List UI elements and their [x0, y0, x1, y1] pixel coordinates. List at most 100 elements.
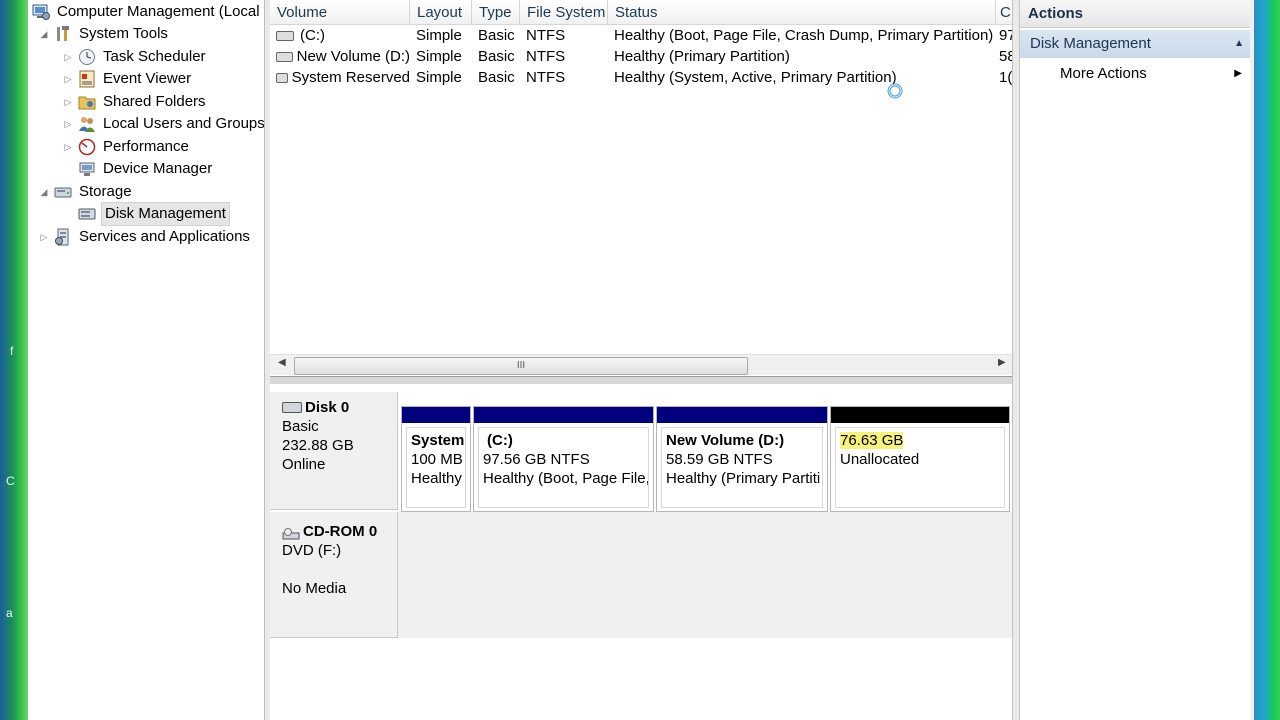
volume-file-system: NTFS: [526, 48, 566, 65]
volume-name: (C:): [300, 27, 325, 44]
desktop-background-right: [1254, 0, 1280, 720]
volume-file-system: NTFS: [526, 27, 566, 44]
storage-icon: [54, 183, 72, 201]
tree-item-local-users-groups[interactable]: ▷ Local Users and Groups: [62, 113, 264, 135]
cdrom-type: DVD (F:): [282, 542, 342, 559]
tree-item-task-scheduler[interactable]: ▷ Task Scheduler: [62, 46, 208, 68]
disk-size: 232.88 GB: [282, 437, 354, 454]
expand-arrow-icon[interactable]: ▷: [62, 46, 74, 68]
tree-item-label: System Tools: [79, 25, 168, 42]
partition-size: 100 MB: [411, 451, 463, 468]
cdrom-state: No Media: [282, 580, 347, 597]
volume-status: Healthy (Primary Partition): [614, 48, 790, 65]
volume-list-header: Volume Layout Type File System Status C: [270, 0, 1012, 25]
volume-layout: Simple: [416, 69, 462, 86]
tree-item-disk-management[interactable]: Disk Management: [78, 202, 230, 226]
tree-item-storage[interactable]: ◢ Storage: [38, 181, 134, 203]
volume-layout: Simple: [416, 48, 462, 65]
tools-icon: [54, 25, 72, 43]
more-actions-menu[interactable]: More Actions ▶: [1020, 62, 1254, 86]
tree-item-shared-folders[interactable]: ▷ Shared Folders: [62, 91, 208, 113]
tree-root-computer-management[interactable]: Computer Management (Local: [32, 1, 262, 23]
volume-layout: Simple: [416, 27, 462, 44]
column-header-volume[interactable]: Volume: [270, 0, 410, 24]
desktop-background-left: f C a: [0, 0, 28, 720]
partition-size: 58.59 GB NTFS: [666, 451, 773, 468]
services-icon: [54, 228, 72, 246]
collapse-arrow-icon[interactable]: ◢: [38, 181, 50, 203]
volume-name: New Volume (D:): [296, 48, 410, 65]
partition-status: Healthy (Primary Partiti: [666, 470, 821, 487]
desktop-edge-glyph: C: [6, 474, 15, 488]
actions-title: Actions: [1020, 0, 1254, 28]
performance-icon: [78, 138, 96, 156]
unallocated-size: 76.63 GB: [840, 432, 904, 449]
partition-size: 97.56 GB NTFS: [483, 451, 590, 468]
column-header-status[interactable]: Status: [608, 0, 996, 24]
shared-folder-icon: [78, 93, 96, 111]
disk-name: Disk 0: [305, 399, 350, 416]
tree-item-system-tools[interactable]: ◢ System Tools: [38, 23, 170, 45]
tree-item-services-applications[interactable]: ▷ Services and Applications: [38, 226, 252, 248]
volume-type: Basic: [478, 27, 515, 44]
volume-capacity: 97: [999, 27, 1012, 44]
tree-item-label: Shared Folders: [103, 93, 206, 110]
partition-c[interactable]: (C:) 97.56 GB NTFS Healthy (Boot, Page F…: [473, 406, 654, 512]
volume-file-system: NTFS: [526, 69, 566, 86]
tree-item-performance[interactable]: ▷ Performance: [62, 136, 191, 158]
partition-status: Healthy (Boot, Page File,: [483, 470, 649, 487]
tree-item-event-viewer[interactable]: ▷ Event Viewer: [62, 68, 193, 90]
scroll-right-icon[interactable]: ▶: [998, 357, 1006, 368]
cdrom-empty-area: [398, 512, 1012, 638]
horizontal-scrollbar[interactable]: ◀ III ▶: [270, 354, 1012, 375]
cdrom-0-row: CD-ROM 0 DVD (F:) No Media: [270, 512, 1012, 638]
cdrom-icon: [282, 526, 300, 539]
partition-bar: [474, 407, 653, 423]
partition-system-reserved[interactable]: System 100 MB Healthy: [401, 406, 471, 512]
collapse-arrow-icon[interactable]: ◢: [38, 23, 50, 45]
expand-arrow-icon[interactable]: ▷: [62, 136, 74, 158]
volume-capacity: 58: [999, 48, 1012, 65]
disk-icon: [78, 205, 96, 223]
actions-scrollbar[interactable]: [1250, 0, 1254, 720]
partition-d[interactable]: New Volume (D:) 58.59 GB NTFS Healthy (P…: [656, 406, 828, 512]
column-header-type[interactable]: Type: [472, 0, 520, 24]
cdrom-0-info[interactable]: CD-ROM 0 DVD (F:) No Media: [270, 512, 398, 638]
expand-arrow-icon[interactable]: ▷: [62, 113, 74, 135]
disk-management-pane: Volume Layout Type File System Status C …: [270, 0, 1012, 720]
partition-status: Unallocated: [840, 451, 920, 468]
partition-unallocated[interactable]: 76.63 GB Unallocated: [830, 406, 1010, 512]
cdrom-name: CD-ROM 0: [303, 523, 378, 540]
column-header-file-system[interactable]: File System: [520, 0, 608, 24]
tree-item-label: Storage: [79, 183, 132, 200]
table-row[interactable]: New Volume (D:) Simple Basic NTFS Health…: [270, 46, 1012, 68]
expand-arrow-icon[interactable]: ▷: [62, 91, 74, 113]
collapse-up-icon[interactable]: ▲: [1234, 30, 1244, 58]
volume-capacity: 1(: [999, 69, 1012, 86]
scrollbar-thumb[interactable]: III: [294, 357, 748, 375]
disk-0-info[interactable]: Disk 0 Basic 232.88 GB Online: [270, 392, 398, 510]
column-header-layout[interactable]: Layout: [410, 0, 472, 24]
users-icon: [78, 115, 96, 133]
tree-item-label: Device Manager: [103, 160, 213, 177]
tree-item-label: Services and Applications: [79, 228, 250, 245]
tree-item-label: Performance: [103, 138, 189, 155]
partition-bar: [831, 407, 1009, 423]
volume-drive-icon: [276, 31, 294, 41]
tree-item-device-manager[interactable]: Device Manager: [78, 158, 214, 180]
actions-section-disk-management[interactable]: Disk Management ▲: [1020, 30, 1254, 58]
expand-arrow-icon[interactable]: ▷: [38, 226, 50, 248]
actions-section-label: Disk Management: [1030, 35, 1151, 52]
table-row[interactable]: (C:) Simple Basic NTFS Healthy (Boot, Pa…: [270, 25, 1012, 47]
partition-name: New Volume (D:): [666, 432, 785, 449]
column-header-capacity[interactable]: C: [996, 0, 1012, 24]
scroll-left-icon[interactable]: ◀: [278, 357, 286, 368]
actions-pane-splitter[interactable]: [1012, 0, 1020, 720]
expand-arrow-icon[interactable]: ▷: [62, 68, 74, 90]
volume-name: System Reserved: [291, 69, 410, 86]
tree-root-label: Computer Management (Local: [57, 3, 260, 20]
partition-bar: [402, 407, 470, 423]
device-manager-icon: [78, 160, 96, 178]
actions-pane: Actions Disk Management ▲ More Actions ▶: [1020, 0, 1254, 720]
volume-drive-icon: [276, 73, 288, 83]
